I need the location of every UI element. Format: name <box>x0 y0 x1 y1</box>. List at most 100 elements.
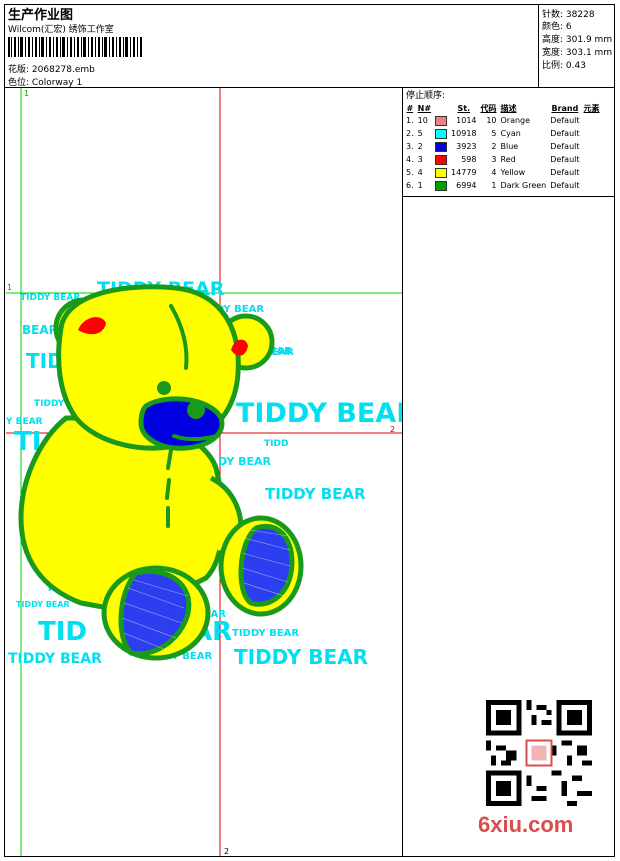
guide-label-top: 1 <box>24 89 29 98</box>
guide-label-right: 2 <box>390 425 395 434</box>
row-swatch <box>433 179 449 192</box>
lettering-text: TIDD <box>264 439 288 449</box>
bear-eye-right <box>187 401 205 419</box>
row-element <box>582 179 602 192</box>
row-element <box>582 166 602 179</box>
lettering-text: TIDDY BEAR <box>234 645 368 669</box>
bear-muzzle <box>138 396 225 451</box>
stat-label: 比例: <box>542 61 564 71</box>
stats-divider <box>538 4 539 87</box>
row-element <box>582 153 602 166</box>
stat-value: 6 <box>565 22 572 32</box>
lettering-text: Y BEAR <box>6 417 43 427</box>
lettering-text: DY BEAR <box>218 455 272 468</box>
row-needle: 4 <box>417 168 423 177</box>
row-needle: 10 <box>417 116 428 125</box>
col-element: 元素 <box>583 103 600 113</box>
row-swatch <box>433 166 449 179</box>
table-row: 3. 2 3923 2 Blue Default <box>404 140 602 153</box>
qr-center-stamp-inner <box>531 745 547 761</box>
col-desc: 描述 <box>500 103 517 113</box>
row-element <box>582 114 602 127</box>
stop-sequence-title: 停止顺序: <box>406 91 446 101</box>
stop-table-divider <box>402 196 615 197</box>
row-index: 6. <box>406 181 414 190</box>
col-needle: N# <box>417 103 432 113</box>
row-brand: Default <box>550 181 580 190</box>
row-code: 5 <box>491 129 497 138</box>
page-title: 生产作业图 <box>8 8 74 23</box>
lettering-text: TIDDY BEAR <box>16 600 70 609</box>
qr-code <box>486 700 592 806</box>
row-stitches: 10918 <box>451 129 477 138</box>
row-brand: Default <box>550 129 580 138</box>
row-swatch <box>433 114 449 127</box>
lettering-text: TIDDY BEAR <box>265 485 366 503</box>
color-swatch <box>435 115 448 126</box>
stat-colors: 颜色: 6 <box>542 19 572 32</box>
color-swatch <box>435 180 448 191</box>
row-code: 10 <box>486 116 497 125</box>
row-stitches: 6994 <box>456 181 477 190</box>
col-brand: Brand <box>551 103 579 113</box>
row-stitches: 3923 <box>456 142 477 151</box>
lettering-text: TIDDY BEAR <box>8 651 102 667</box>
row-swatch <box>433 127 449 140</box>
guide-label-bottom: 2 <box>224 847 229 856</box>
row-index: 1. <box>406 116 414 125</box>
stat-width: 宽度: 303.1 mm <box>542 45 612 58</box>
stat-value: 0.43 <box>565 61 586 71</box>
lettering-text: TIDDY BEAR <box>232 628 299 639</box>
row-desc: Orange <box>500 116 531 125</box>
color-swatch <box>435 141 448 152</box>
row-desc: Dark Green <box>500 181 547 190</box>
row-code: 2 <box>491 142 497 151</box>
table-row: 5. 4 14779 4 Yellow Default <box>404 166 602 179</box>
row-needle: 5 <box>417 129 423 138</box>
table-row: 1. 10 1014 10 Orange Default <box>404 114 602 127</box>
row-brand: Default <box>550 142 580 151</box>
studio-name: Wilcom(汇宏) 绣饰工作室 <box>8 25 114 35</box>
stat-label: 颜色: <box>542 22 564 32</box>
stat-height: 高度: 301.9 mm <box>542 32 612 45</box>
row-swatch <box>433 153 449 166</box>
lettering-text: BEAR <box>22 323 58 337</box>
row-needle: 2 <box>417 142 423 151</box>
stat-value: 303.1 mm <box>565 48 613 58</box>
watermark-logo: 6xiu.com <box>478 812 574 837</box>
row-brand: Default <box>550 168 580 177</box>
color-swatch <box>435 128 448 139</box>
stat-label: 高度: <box>542 35 564 45</box>
stop-sequence-table: # N# St. 代码 描述 Brand 元素 1. 10 1014 10 Orange… <box>404 102 602 192</box>
color-swatch <box>435 167 448 178</box>
row-index: 2. <box>406 129 414 138</box>
barcode <box>8 37 142 57</box>
row-stitches: 14779 <box>451 168 477 177</box>
row-desc: Yellow <box>500 168 526 177</box>
table-row: 4. 3 598 3 Red Default <box>404 153 602 166</box>
stat-scale: 比例: 0.43 <box>542 58 586 71</box>
design-file-label: 花版: <box>8 65 30 75</box>
design-file-value: 2068278.emb <box>31 65 95 75</box>
design-canvas: TIDDY BEAR TIDDY BEAR BEAR TID TIDDY Y B… <box>6 88 402 856</box>
row-code: 1 <box>491 181 497 190</box>
row-desc: Cyan <box>500 129 521 138</box>
bear-eye-left <box>157 381 171 395</box>
lettering-text: TID <box>38 617 87 647</box>
row-needle: 1 <box>417 181 423 190</box>
lettering-text: TIDDY <box>34 399 65 409</box>
row-code: 3 <box>491 155 497 164</box>
row-index: 5. <box>406 168 414 177</box>
guide-label-left: 1 <box>7 283 12 292</box>
table-row: 6. 1 6994 1 Dark Green Default <box>404 179 602 192</box>
row-stitches: 598 <box>461 155 477 164</box>
row-brand: Default <box>550 155 580 164</box>
col-stitches: St. <box>457 103 471 113</box>
row-index: 4. <box>406 155 414 164</box>
row-needle: 3 <box>417 155 423 164</box>
color-swatch <box>435 154 448 165</box>
stat-value: 301.9 mm <box>565 35 613 45</box>
stat-label: 宽度: <box>542 48 564 58</box>
panel-divider <box>402 87 403 857</box>
table-header-row: # N# St. 代码 描述 Brand 元素 <box>404 102 602 114</box>
